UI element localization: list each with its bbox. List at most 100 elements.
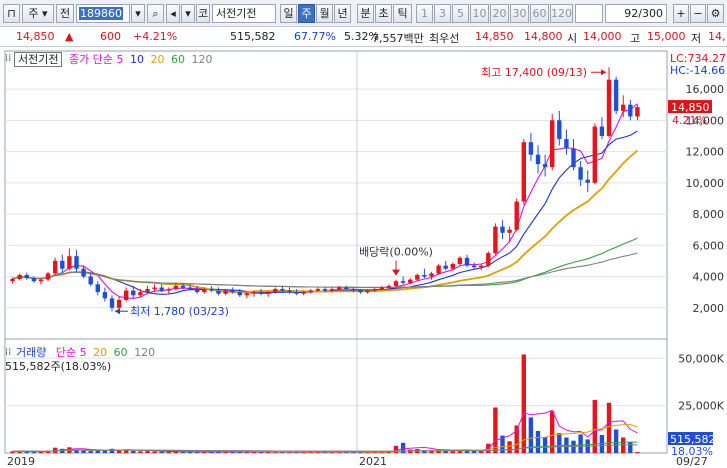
candle-body[interactable] bbox=[251, 292, 257, 294]
price-panel-title[interactable]: 서전기전 bbox=[14, 52, 63, 67]
candle-body[interactable] bbox=[273, 289, 278, 293]
candle-body[interactable] bbox=[287, 290, 292, 293]
candle-body[interactable] bbox=[230, 290, 235, 293]
interval-120[interactable]: 120 bbox=[550, 4, 573, 23]
candle-body[interactable] bbox=[393, 281, 399, 286]
name-prefix-label[interactable]: 코 bbox=[196, 4, 210, 23]
candle-body[interactable] bbox=[351, 289, 356, 291]
candle-body[interactable] bbox=[592, 126, 597, 183]
candle-body[interactable] bbox=[457, 257, 463, 264]
volume-bar[interactable] bbox=[507, 441, 512, 453]
candle-body[interactable] bbox=[109, 298, 115, 308]
candle-body[interactable] bbox=[180, 285, 186, 288]
volume-bar[interactable] bbox=[138, 451, 143, 453]
candle-body[interactable] bbox=[578, 167, 583, 180]
period-week[interactable]: 주 bbox=[298, 4, 315, 23]
volume-bar[interactable] bbox=[95, 450, 100, 454]
volume-bar[interactable] bbox=[81, 450, 86, 453]
candle-body[interactable] bbox=[173, 285, 179, 289]
candle-body[interactable] bbox=[67, 256, 72, 269]
candle-body[interactable] bbox=[166, 289, 171, 291]
candle-body[interactable] bbox=[436, 265, 441, 274]
period-year[interactable]: 년 bbox=[334, 4, 351, 23]
candle-body[interactable] bbox=[471, 265, 477, 268]
candle-body[interactable] bbox=[159, 287, 164, 291]
candle-body[interactable] bbox=[542, 164, 548, 168]
volume-bar[interactable] bbox=[109, 448, 115, 453]
candle-body[interactable] bbox=[223, 290, 228, 294]
candle-body[interactable] bbox=[386, 285, 392, 288]
volume-bar[interactable] bbox=[578, 434, 583, 453]
candle-body[interactable] bbox=[237, 292, 242, 296]
period-month[interactable]: 월 bbox=[316, 4, 333, 23]
candle-body[interactable] bbox=[53, 260, 58, 274]
stock-name-field[interactable]: 서전기전 bbox=[212, 4, 276, 23]
interval-5[interactable]: 5 bbox=[452, 4, 469, 23]
chart-area[interactable]: 16,000 14,000 12,000 10,000 8,000 6,000 4,000 2… bbox=[0, 47, 727, 468]
candle-body[interactable] bbox=[244, 293, 250, 296]
volume-bar[interactable] bbox=[592, 399, 597, 453]
mode-select[interactable]: 주 ▾ bbox=[22, 4, 54, 23]
volume-bar[interactable] bbox=[613, 429, 619, 454]
candle-body[interactable] bbox=[535, 154, 541, 165]
candle-body[interactable] bbox=[486, 253, 491, 266]
candle-body[interactable] bbox=[138, 292, 143, 296]
candle-body[interactable] bbox=[145, 289, 150, 293]
volume-bar[interactable] bbox=[635, 452, 640, 453]
volume-bar[interactable] bbox=[493, 407, 498, 454]
candle-body[interactable] bbox=[31, 278, 37, 282]
candle-body[interactable] bbox=[38, 279, 44, 282]
candle-body[interactable] bbox=[95, 284, 100, 293]
interval-20[interactable]: 20 bbox=[490, 4, 509, 23]
prev-stock-icon[interactable]: ▾ bbox=[181, 4, 195, 23]
candle-body[interactable] bbox=[429, 273, 434, 277]
interval-1[interactable]: 1 bbox=[416, 4, 433, 23]
candle-body[interactable] bbox=[443, 265, 448, 269]
zoom-out-icon[interactable]: − bbox=[690, 4, 706, 23]
interval-3[interactable]: 3 bbox=[434, 4, 451, 23]
candle-body[interactable] bbox=[464, 257, 470, 266]
candle-body[interactable] bbox=[88, 276, 93, 285]
volume-bar[interactable] bbox=[557, 433, 562, 453]
candle-body[interactable] bbox=[358, 290, 363, 293]
candle-body[interactable] bbox=[216, 290, 221, 294]
candle-body[interactable] bbox=[315, 289, 321, 291]
period-day[interactable]: 일 bbox=[280, 4, 297, 23]
candle-body[interactable] bbox=[294, 292, 299, 294]
candle-body[interactable] bbox=[301, 292, 306, 294]
period-tick[interactable]: 틱 bbox=[393, 4, 412, 23]
volume-bar[interactable] bbox=[131, 450, 136, 453]
volume-bar[interactable] bbox=[145, 451, 150, 453]
candle-body[interactable] bbox=[550, 120, 555, 168]
search-icon[interactable]: ⌕ bbox=[147, 4, 164, 23]
interval-10[interactable]: 10 bbox=[470, 4, 489, 23]
interval-30[interactable]: 30 bbox=[510, 4, 529, 23]
candle-body[interactable] bbox=[280, 289, 285, 291]
settings-icon[interactable]: ⚙ bbox=[707, 4, 724, 23]
candle-body[interactable] bbox=[528, 142, 534, 155]
candle-body[interactable] bbox=[585, 179, 590, 183]
period-minute[interactable]: 분 bbox=[357, 4, 374, 23]
candle-body[interactable] bbox=[557, 120, 562, 139]
candle-body[interactable] bbox=[195, 289, 200, 293]
volume-bar[interactable] bbox=[521, 354, 526, 454]
candle-body[interactable] bbox=[152, 287, 157, 290]
candle-body[interactable] bbox=[344, 287, 349, 290]
candle-body[interactable] bbox=[187, 287, 193, 290]
candle-body[interactable] bbox=[74, 256, 79, 269]
period-second[interactable]: 초 bbox=[375, 4, 392, 23]
candle-body[interactable] bbox=[102, 292, 108, 299]
volume-bar[interactable] bbox=[542, 437, 548, 453]
candle-body[interactable] bbox=[400, 281, 406, 283]
candle-body[interactable] bbox=[571, 148, 576, 168]
interval-60[interactable]: 60 bbox=[530, 4, 549, 23]
panel-grip-icon[interactable]: ⁞⁞ bbox=[5, 53, 11, 64]
volume-bar[interactable] bbox=[159, 451, 164, 453]
volume-bar[interactable] bbox=[24, 451, 29, 454]
code-dropdown-icon[interactable]: ▾ bbox=[131, 4, 145, 23]
candle-body[interactable] bbox=[365, 290, 370, 293]
candle-body[interactable] bbox=[606, 79, 612, 136]
candle-body[interactable] bbox=[493, 226, 498, 254]
candle-body[interactable] bbox=[308, 290, 313, 293]
candle-body[interactable] bbox=[450, 264, 455, 269]
